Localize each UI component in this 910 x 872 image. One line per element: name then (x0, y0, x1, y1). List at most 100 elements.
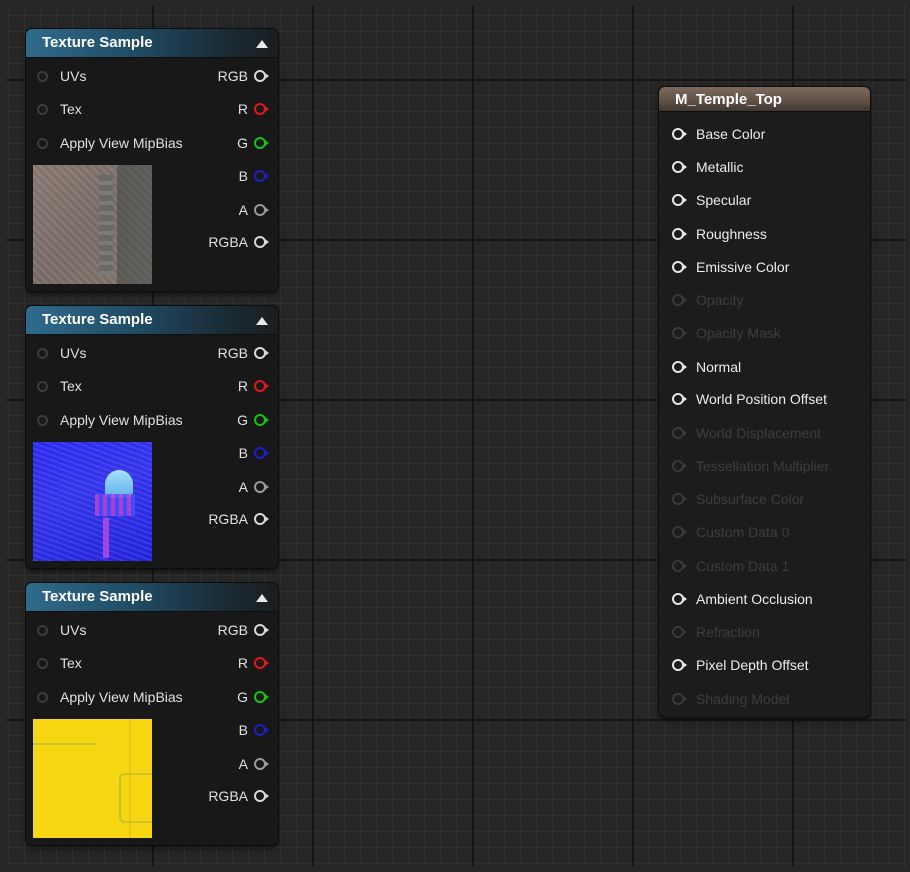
input-pin-icon[interactable] (672, 659, 687, 671)
input-pin-tex[interactable]: Tex (26, 376, 82, 396)
input-pin-icon[interactable] (37, 70, 48, 82)
material-input-tessellation-multiplier: Tessellation Multiplier (672, 455, 829, 477)
white-pin-icon[interactable] (254, 624, 269, 636)
input-pin-icon[interactable] (37, 347, 48, 359)
input-pin-icon[interactable] (672, 194, 687, 206)
white-pin-icon[interactable] (254, 70, 269, 82)
blue-pin-icon[interactable] (254, 170, 269, 182)
red-pin-icon[interactable] (254, 380, 269, 392)
output-pin-b[interactable]: B (239, 720, 269, 740)
output-pin-r[interactable]: R (238, 653, 269, 673)
output-pin-r[interactable]: R (238, 99, 269, 119)
blue-pin-icon[interactable] (254, 447, 269, 459)
pin-label: A (238, 479, 248, 495)
output-pin-g[interactable]: G (237, 410, 269, 430)
pin-label: Refraction (696, 624, 760, 640)
node-header[interactable]: Texture Sample (26, 306, 278, 335)
output-pin-rgb[interactable]: RGB (218, 66, 269, 86)
node-header[interactable]: Texture Sample (26, 583, 278, 612)
texture-preview-mask (33, 719, 152, 838)
input-pin-icon (672, 427, 687, 439)
input-pin-icon[interactable] (37, 137, 48, 149)
output-pin-rgba[interactable]: RGBA (208, 232, 269, 252)
green-pin-icon[interactable] (254, 414, 269, 426)
output-pin-rgb[interactable]: RGB (218, 620, 269, 640)
node-header[interactable]: M_Temple_Top (659, 87, 870, 112)
gray-pin-icon[interactable] (254, 204, 269, 216)
material-input-world-displacement: World Displacement (672, 422, 821, 444)
material-input-emissive-color[interactable]: Emissive Color (672, 256, 789, 278)
output-pin-a[interactable]: A (239, 754, 269, 774)
input-pin-icon[interactable] (37, 380, 48, 392)
green-pin-icon[interactable] (254, 137, 269, 149)
input-pin-uvs[interactable]: UVs (26, 66, 86, 86)
output-pin-a[interactable]: A (239, 477, 269, 497)
input-pin-apply-view-mipbias[interactable]: Apply View MipBias (26, 133, 183, 153)
texture-sample-node-mask[interactable]: Texture Sample UVs Tex Apply View MipBia… (26, 583, 278, 845)
output-pin-a[interactable]: A (239, 200, 269, 220)
material-input-normal[interactable]: Normal (672, 356, 741, 378)
input-pin-icon[interactable] (672, 128, 687, 140)
material-input-base-color[interactable]: Base Color (672, 123, 765, 145)
input-pin-icon[interactable] (672, 593, 687, 605)
gray-pin-icon[interactable] (254, 481, 269, 493)
collapse-arrow-icon[interactable] (256, 594, 268, 602)
green-pin-icon[interactable] (254, 691, 269, 703)
collapse-arrow-icon[interactable] (256, 40, 268, 48)
pin-label: R (237, 101, 248, 117)
red-pin-icon[interactable] (254, 657, 269, 669)
input-pin-icon[interactable] (672, 261, 687, 273)
pin-label: Apply View MipBias (60, 412, 183, 428)
pin-label: World Displacement (696, 425, 822, 441)
input-pin-icon[interactable] (672, 361, 687, 373)
collapse-arrow-icon[interactable] (256, 317, 268, 325)
node-header[interactable]: Texture Sample (26, 29, 278, 58)
input-pin-uvs[interactable]: UVs (26, 343, 86, 363)
input-pin-icon[interactable] (37, 691, 48, 703)
input-pin-uvs[interactable]: UVs (26, 620, 86, 640)
output-pin-b[interactable]: B (239, 166, 269, 186)
output-pin-rgba[interactable]: RGBA (208, 786, 269, 806)
blue-pin-icon[interactable] (254, 724, 269, 736)
white-pin-icon[interactable] (254, 790, 269, 802)
input-pin-tex[interactable]: Tex (26, 653, 82, 673)
texture-sample-node-diffuse[interactable]: Texture Sample UVs Tex Apply View MipBia… (26, 29, 278, 291)
material-input-ambient-occlusion[interactable]: Ambient Occlusion (672, 588, 813, 610)
input-pin-icon[interactable] (672, 161, 687, 173)
input-pin-icon[interactable] (672, 393, 687, 405)
input-pin-icon (672, 693, 687, 705)
output-pin-rgb[interactable]: RGB (218, 343, 269, 363)
input-pin-tex[interactable]: Tex (26, 99, 82, 119)
material-input-pixel-depth-offset[interactable]: Pixel Depth Offset (672, 654, 809, 676)
white-pin-icon[interactable] (254, 236, 269, 248)
red-pin-icon[interactable] (254, 103, 269, 115)
output-pin-g[interactable]: G (237, 133, 269, 153)
gray-pin-icon[interactable] (254, 758, 269, 770)
material-input-custom-data-1: Custom Data 1 (672, 555, 789, 577)
white-pin-icon[interactable] (254, 347, 269, 359)
output-pin-rgba[interactable]: RGBA (208, 509, 269, 529)
pin-label: UVs (60, 345, 87, 361)
texture-sample-node-normal[interactable]: Texture Sample UVs Tex Apply View MipBia… (26, 306, 278, 568)
input-pin-icon[interactable] (37, 414, 48, 426)
input-pin-icon[interactable] (37, 103, 48, 115)
material-input-metallic[interactable]: Metallic (672, 156, 743, 178)
output-pin-b[interactable]: B (239, 443, 269, 463)
output-pin-g[interactable]: G (237, 687, 269, 707)
white-pin-icon[interactable] (254, 513, 269, 525)
input-pin-apply-view-mipbias[interactable]: Apply View MipBias (26, 410, 183, 430)
pin-label: RGB (217, 622, 248, 638)
input-pin-icon[interactable] (37, 624, 48, 636)
pin-label: UVs (60, 68, 87, 84)
input-pin-icon[interactable] (672, 228, 687, 240)
material-result-node[interactable]: M_Temple_Top Base Color Metallic Specula… (659, 87, 870, 717)
pin-label: Base Color (696, 126, 766, 142)
output-pin-r[interactable]: R (238, 376, 269, 396)
input-pin-icon[interactable] (37, 657, 48, 669)
material-input-world-position-offset[interactable]: World Position Offset (672, 388, 827, 410)
texture-preview-normal (33, 442, 152, 561)
material-input-specular[interactable]: Specular (672, 189, 751, 211)
input-pin-apply-view-mipbias[interactable]: Apply View MipBias (26, 687, 183, 707)
pin-label: Tex (60, 655, 82, 671)
material-input-roughness[interactable]: Roughness (672, 223, 767, 245)
